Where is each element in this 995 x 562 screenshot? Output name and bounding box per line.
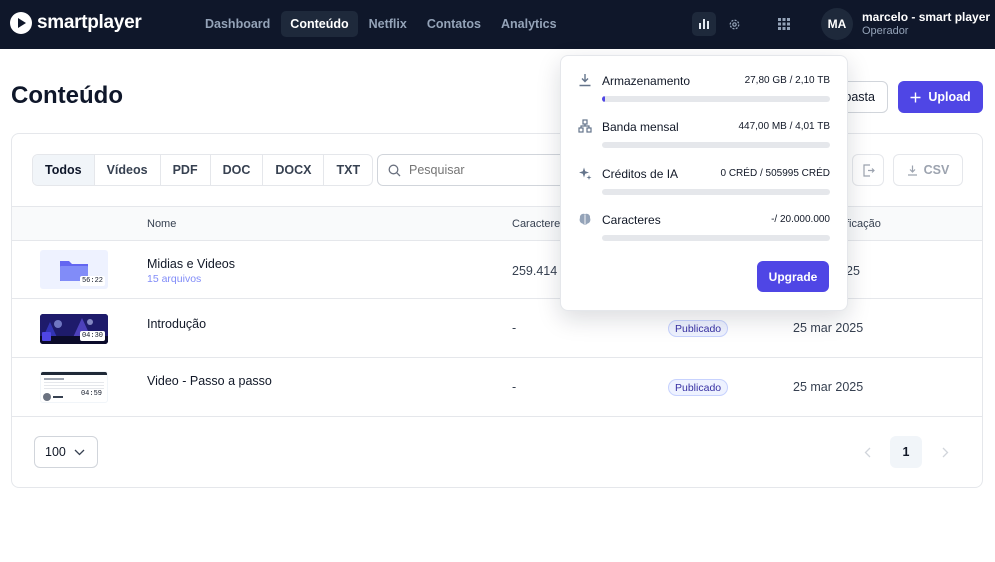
- usage-label: Banda mensal: [602, 120, 679, 134]
- upload-button[interactable]: Upload: [898, 81, 983, 113]
- chevron-right-icon: [942, 447, 948, 457]
- download-icon: [907, 165, 917, 176]
- row-date: 25 mar 2025: [793, 380, 864, 394]
- export-icon: [862, 163, 875, 177]
- video-thumbnail: 04:59: [40, 371, 108, 403]
- folder-thumbnail: 56:22: [40, 250, 108, 289]
- usage-label: Armazenamento: [602, 74, 691, 88]
- row-chars: -: [512, 380, 517, 394]
- usage-value: 27,80 GB / 2,10 TB: [744, 75, 830, 86]
- row-name[interactable]: Video - Passo a passo: [147, 374, 272, 388]
- csv-label: CSV: [923, 163, 950, 177]
- usage-dropdown: Armazenamento 27,80 GB / 2,10 TB Banda m…: [560, 55, 848, 311]
- user-role: Operador: [862, 25, 909, 37]
- settings-button[interactable]: [722, 12, 746, 36]
- search-box: [377, 154, 567, 186]
- filter-pdf[interactable]: PDF: [161, 155, 211, 185]
- table-row[interactable]: 04:59 Video - Passo a passo - Publicado …: [12, 358, 982, 417]
- nav-conteudo[interactable]: Conteúdo: [281, 11, 358, 37]
- logo[interactable]: smartplayer: [10, 12, 142, 34]
- usage-value: 447,00 MB / 4,01 TB: [738, 121, 830, 132]
- nav-analytics[interactable]: Analytics: [492, 11, 566, 37]
- header-chars[interactable]: Caracteres: [512, 218, 566, 230]
- usage-progress-track: [602, 235, 830, 241]
- export-button[interactable]: [852, 154, 884, 186]
- filter-docx[interactable]: DOCX: [263, 155, 325, 185]
- page-button[interactable]: 1: [890, 436, 922, 468]
- upgrade-button[interactable]: Upgrade: [757, 261, 829, 292]
- row-name[interactable]: Midias e Videos: [147, 257, 235, 271]
- usage-progress-track: [602, 142, 830, 148]
- apps-button[interactable]: [772, 12, 796, 36]
- filter-doc[interactable]: DOC: [211, 155, 264, 185]
- row-date: 25 mar 2025: [793, 321, 864, 335]
- gear-icon: [729, 19, 739, 29]
- network-icon: [578, 119, 592, 133]
- play-logo-icon: [10, 12, 32, 34]
- top-navbar: smartplayer Dashboard Conteúdo Netflix C…: [0, 0, 995, 49]
- status-badge: Publicado: [668, 379, 729, 396]
- new-folder-label: pasta: [844, 90, 875, 104]
- row-subtitle: 15 arquivos: [147, 273, 202, 285]
- duration-label: 04:59: [78, 389, 104, 399]
- upload-label: Upload: [928, 90, 971, 104]
- page-title: Conteúdo: [11, 82, 123, 109]
- usage-value: -/ 20.000.000: [771, 214, 830, 225]
- sparkles-icon: [579, 167, 592, 180]
- page-size-select[interactable]: 100: [34, 436, 98, 468]
- filter-txt[interactable]: TXT: [324, 155, 372, 185]
- video-thumbnail: 04:30: [40, 314, 108, 344]
- chevron-down-icon: [74, 449, 85, 455]
- filter-videos[interactable]: Vídeos: [95, 155, 161, 185]
- search-icon: [388, 164, 401, 176]
- usage-label: Caracteres: [602, 213, 661, 227]
- usage-value: 0 CRÉD / 505995 CRÉD: [720, 168, 831, 179]
- user-name[interactable]: marcelo - smart player: [862, 10, 995, 24]
- nav-netflix[interactable]: Netflix: [360, 11, 416, 37]
- duration-label: 56:22: [79, 276, 105, 286]
- usage-chart-button[interactable]: [692, 12, 716, 36]
- logo-text: smartplayer: [37, 12, 142, 33]
- next-page-button[interactable]: [929, 436, 961, 468]
- page-size-value: 100: [45, 445, 66, 459]
- brain-icon: [579, 213, 591, 225]
- row-name[interactable]: Introdução: [147, 317, 206, 331]
- plus-icon: [910, 92, 921, 102]
- grid-icon: [778, 18, 790, 30]
- main-nav: Dashboard Conteúdo Netflix Contatos Anal…: [196, 11, 566, 37]
- usage-progress-fill: [602, 96, 605, 102]
- header-name[interactable]: Nome: [147, 218, 176, 230]
- usage-progress-track: [602, 189, 830, 195]
- avatar[interactable]: MA: [821, 8, 853, 40]
- filter-todos[interactable]: Todos: [33, 155, 95, 185]
- bar-chart-icon: [699, 19, 709, 29]
- nav-dashboard[interactable]: Dashboard: [196, 11, 279, 37]
- type-filter-group: Todos Vídeos PDF DOC DOCX TXT: [32, 154, 374, 186]
- usage-label: Créditos de IA: [602, 167, 679, 181]
- usage-progress-track: [602, 96, 830, 102]
- csv-download-button[interactable]: CSV: [893, 154, 963, 186]
- chevron-left-icon: [864, 447, 870, 457]
- duration-label: 04:30: [79, 331, 105, 341]
- download-icon: [579, 74, 591, 87]
- search-input[interactable]: [409, 163, 549, 177]
- row-date: 25: [846, 264, 860, 278]
- header-modified[interactable]: ficação: [846, 218, 881, 230]
- nav-contatos[interactable]: Contatos: [418, 11, 490, 37]
- status-badge: Publicado: [668, 320, 729, 337]
- previous-page-button[interactable]: [851, 436, 883, 468]
- row-chars: -: [512, 321, 517, 335]
- row-chars: 259.414: [512, 264, 558, 278]
